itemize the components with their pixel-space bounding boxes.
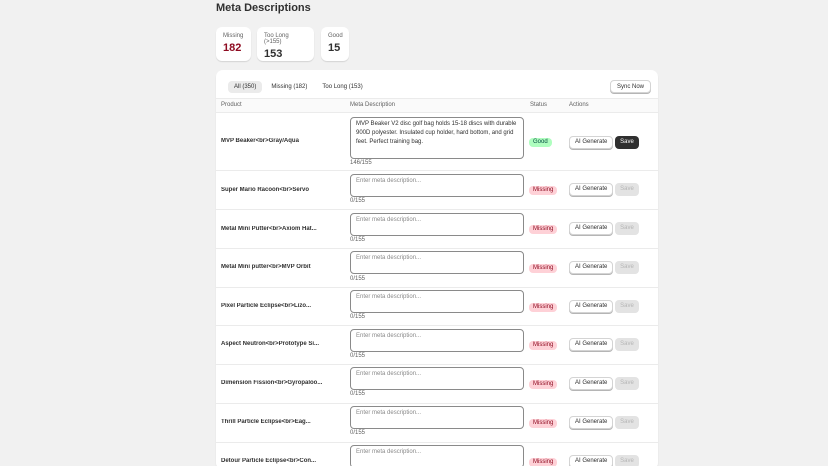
- table-row: Metal Mini putter<br>MVP Orbit Enter met…: [216, 249, 658, 288]
- ai-generate-button[interactable]: AI Generate: [569, 416, 614, 429]
- table-row: MVP Beaker<br>Gray/Aqua MVP Beaker V2 di…: [216, 114, 658, 171]
- product-name[interactable]: Detour Particle Eclipse<br>Con...: [221, 458, 325, 464]
- ai-generate-button[interactable]: AI Generate: [569, 455, 614, 466]
- sync-now-button[interactable]: Sync Now: [609, 80, 651, 93]
- stat-card-good: Good 15: [321, 27, 349, 61]
- meta-description-input[interactable]: Enter meta description...: [350, 174, 524, 197]
- column-header-status: Status: [530, 102, 548, 108]
- ai-generate-button[interactable]: AI Generate: [569, 377, 614, 390]
- table-row: Aspect Neutron<br>Prototype Si... Enter …: [216, 326, 658, 365]
- char-count: 0/155: [350, 430, 366, 436]
- filter-tabs: All (350) Missing (182) Too Long (153): [228, 81, 369, 93]
- status-badge: Missing: [529, 419, 558, 428]
- stat-card-missing: Missing 182: [216, 27, 251, 61]
- table-row: Detour Particle Eclipse<br>Con... Enter …: [216, 443, 658, 466]
- status-badge: Missing: [529, 303, 558, 312]
- char-count: 0/155: [350, 276, 366, 282]
- meta-description-input[interactable]: Enter meta description...: [350, 290, 524, 313]
- save-button: Save: [615, 222, 639, 235]
- meta-description-input[interactable]: MVP Beaker V2 disc golf bag holds 15-18 …: [350, 117, 524, 159]
- product-name[interactable]: Pixel Particle Eclipse<br>Lizo...: [221, 303, 325, 309]
- page-title: Meta Descriptions: [216, 2, 311, 14]
- char-count: 0/155: [350, 314, 366, 320]
- stat-value: 182: [223, 42, 242, 54]
- save-button: Save: [615, 261, 639, 274]
- stat-value: 153: [264, 48, 283, 60]
- column-header-product: Product: [221, 102, 242, 108]
- meta-description-input[interactable]: Enter meta description...: [350, 445, 524, 466]
- save-button: Save: [615, 377, 639, 390]
- meta-description-input[interactable]: Enter meta description...: [350, 213, 524, 236]
- stat-card-too-long: Too Long (>155) 153: [257, 27, 314, 61]
- status-badge: Good: [529, 138, 552, 147]
- save-button: Save: [615, 300, 639, 313]
- save-button: Save: [615, 183, 639, 196]
- status-badge: Missing: [529, 341, 558, 350]
- char-count: 0/155: [350, 198, 366, 204]
- table-row: Thrill Particle Eclipse<br>Eag... Enter …: [216, 404, 658, 443]
- char-count: 0/155: [350, 353, 366, 359]
- status-badge: Missing: [529, 225, 558, 234]
- ai-generate-button[interactable]: AI Generate: [569, 261, 614, 274]
- column-header-actions: Actions: [569, 102, 589, 108]
- save-button: Save: [615, 338, 639, 351]
- stat-value: 15: [328, 42, 341, 54]
- status-badge: Missing: [529, 264, 558, 273]
- char-count: 0/155: [350, 391, 366, 397]
- ai-generate-button[interactable]: AI Generate: [569, 222, 614, 235]
- table-row: Dimension Fission<br>Gyropaloo... Enter …: [216, 365, 658, 404]
- tab-all[interactable]: All (350): [228, 81, 263, 93]
- save-button: Save: [615, 416, 639, 429]
- table-row: Super Mario Racoon<br>Servo Enter meta d…: [216, 171, 658, 210]
- status-badge: Missing: [529, 186, 558, 195]
- tab-missing[interactable]: Missing (182): [265, 81, 313, 93]
- ai-generate-button[interactable]: AI Generate: [569, 183, 614, 196]
- column-header-meta: Meta Description: [350, 102, 396, 108]
- status-badge: Missing: [529, 380, 558, 389]
- meta-description-input[interactable]: Enter meta description...: [350, 367, 524, 390]
- stat-label: Good: [328, 33, 343, 39]
- product-name[interactable]: Dimension Fission<br>Gyropaloo...: [221, 380, 325, 386]
- product-name[interactable]: Metal Mini putter<br>MVP Orbit: [221, 264, 325, 270]
- save-button: Save: [615, 455, 639, 466]
- tab-too-long[interactable]: Too Long (153): [316, 81, 368, 93]
- char-count: 0/155: [350, 237, 366, 243]
- stat-label: Missing: [223, 33, 244, 39]
- product-name[interactable]: MVP Beaker<br>Gray/Aqua: [221, 138, 325, 144]
- table-row: Pixel Particle Eclipse<br>Lizo... Enter …: [216, 288, 658, 326]
- product-name[interactable]: Metal Mini Putter<br>Axiom Hat...: [221, 226, 325, 232]
- product-name[interactable]: Super Mario Racoon<br>Servo: [221, 187, 325, 193]
- meta-description-input[interactable]: Enter meta description...: [350, 406, 524, 429]
- stat-label: Too Long (>155): [264, 33, 289, 45]
- ai-generate-button[interactable]: AI Generate: [569, 136, 614, 149]
- meta-description-input[interactable]: Enter meta description...: [350, 329, 524, 352]
- char-count: 146/155: [350, 160, 372, 166]
- product-name[interactable]: Aspect Neutron<br>Prototype Si...: [221, 341, 325, 347]
- table-header: Product Meta Description Status Actions: [216, 98, 658, 113]
- products-panel: All (350) Missing (182) Too Long (153) S…: [216, 70, 658, 466]
- ai-generate-button[interactable]: AI Generate: [569, 338, 614, 351]
- table-row: Metal Mini Putter<br>Axiom Hat... Enter …: [216, 210, 658, 249]
- status-badge: Missing: [529, 458, 558, 466]
- meta-description-input[interactable]: Enter meta description...: [350, 251, 524, 274]
- ai-generate-button[interactable]: AI Generate: [569, 300, 614, 313]
- save-button[interactable]: Save: [615, 136, 639, 149]
- product-name[interactable]: Thrill Particle Eclipse<br>Eag...: [221, 419, 325, 425]
